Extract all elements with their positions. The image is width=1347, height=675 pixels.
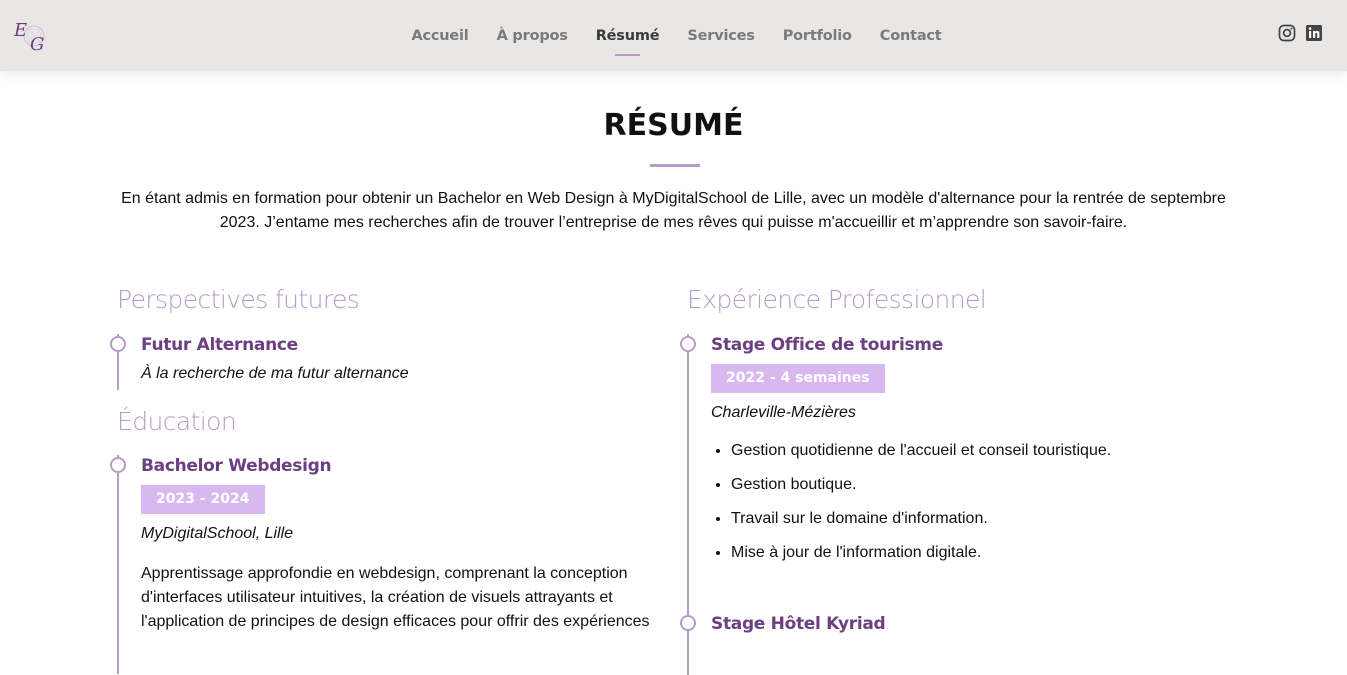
timeline-item: Stage Hôtel Kyriad (680, 613, 1227, 675)
main-nav: Accueil À propos Résumé Services Portfol… (0, 0, 1347, 71)
list-item: Mise à jour de l'information digitale. (731, 543, 1227, 563)
site-header: E G Accueil À propos Résumé Services Por… (0, 0, 1347, 71)
instagram-icon[interactable] (1278, 24, 1296, 42)
item-title: Stage Office de tourisme (711, 335, 943, 355)
item-place: Charleville-Mézières (711, 404, 856, 421)
item-title: Stage Hôtel Kyriad (711, 614, 886, 634)
nav-contact[interactable]: Contact (880, 28, 942, 44)
right-column: Expérience Professionnel Stage Office de… (680, 282, 1227, 675)
intro-text: En étant admis en formation pour obtenir… (121, 190, 1226, 231)
nav-accueil[interactable]: Accueil (411, 28, 468, 44)
item-description: Apprentissage approfondie en webdesign, … (141, 565, 650, 630)
social-links (1278, 24, 1323, 42)
date-badge: 2023 - 2024 (141, 485, 265, 514)
timeline-item: Futur Alternance À la recherche de ma fu… (110, 334, 657, 390)
item-place: MyDigitalSchool, Lille (141, 525, 294, 542)
timeline-item: Stage Office de tourisme 2022 - 4 semain… (680, 334, 1227, 613)
nav-services[interactable]: Services (687, 28, 755, 44)
responsibilities-list: Gestion quotidienne de l'accueil et cons… (711, 441, 1227, 563)
nav-resume[interactable]: Résumé (596, 28, 660, 56)
experience-heading: Expérience Professionnel (687, 285, 987, 314)
nav-portfolio[interactable]: Portfolio (783, 28, 852, 44)
section-title: RÉSUMÉ (603, 108, 744, 143)
perspectives-heading: Perspectives futures (117, 285, 360, 314)
linkedin-icon[interactable] (1305, 24, 1323, 42)
list-item: Gestion quotidienne de l'accueil et cons… (731, 441, 1227, 461)
title-underline (650, 164, 700, 167)
timeline-item: Bachelor Webdesign 2023 - 2024 MyDigital… (110, 455, 657, 674)
education-heading: Éducation (117, 407, 237, 436)
list-item: Travail sur le domaine d'information. (731, 509, 1227, 529)
list-item: Gestion boutique. (731, 475, 1227, 495)
item-title: Bachelor Webdesign (141, 456, 332, 476)
item-subtitle: À la recherche de ma futur alternance (141, 365, 409, 382)
left-column: Perspectives futures Futur Alternance À … (110, 282, 657, 674)
nav-a-propos[interactable]: À propos (497, 28, 568, 44)
item-title: Futur Alternance (141, 335, 298, 355)
date-badge: 2022 - 4 semaines (711, 364, 885, 393)
